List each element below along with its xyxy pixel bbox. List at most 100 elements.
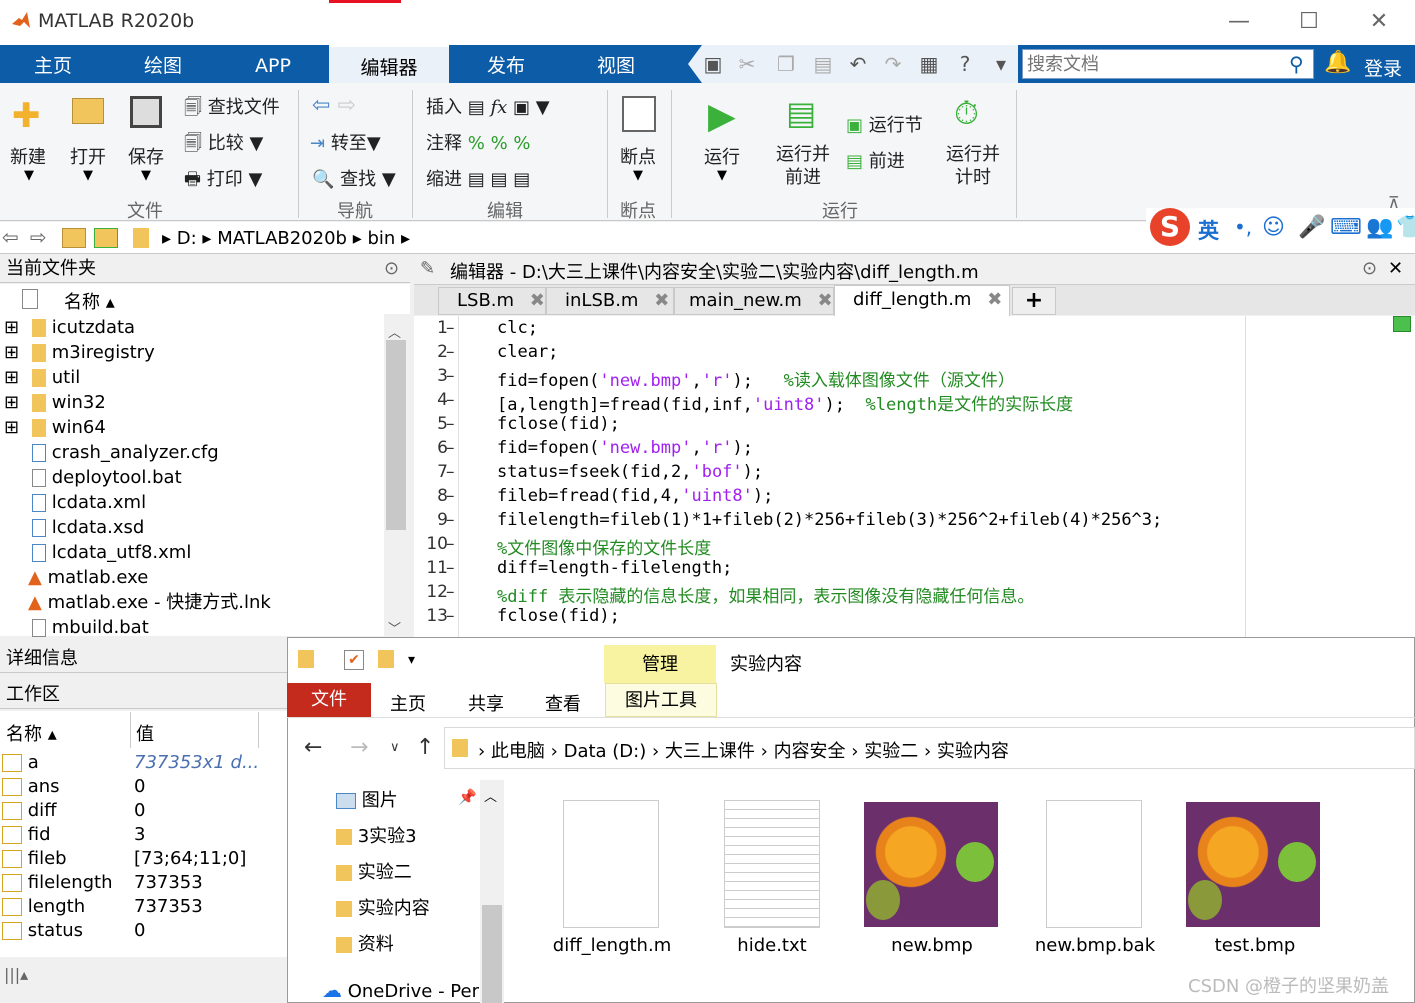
- status-bar-icon[interactable]: |||▴: [4, 965, 28, 984]
- copy-icon[interactable]: ❐: [773, 52, 799, 76]
- column-header-name[interactable]: 名称 ▴: [64, 288, 115, 314]
- table-row[interactable]: a 737353x1 d...: [0, 751, 287, 775]
- line-marker[interactable]: –: [446, 366, 455, 386]
- list-item[interactable]: deploytool.bat: [32, 465, 182, 490]
- picture-tools-tab[interactable]: 图片工具: [605, 683, 717, 717]
- ime-lang[interactable]: 英: [1198, 215, 1219, 245]
- line-marker[interactable]: –: [446, 534, 455, 554]
- line-marker[interactable]: –: [446, 438, 455, 458]
- list-item[interactable]: ⊞ util: [0, 365, 80, 390]
- chevron-down-icon[interactable]: ▼: [141, 168, 151, 183]
- expand-icon[interactable]: ⊞: [4, 340, 19, 365]
- chevron-down-icon[interactable]: ▼: [717, 168, 727, 183]
- expand-icon[interactable]: ⊞: [4, 315, 19, 340]
- table-row[interactable]: length 737353: [0, 895, 287, 919]
- tab-publish[interactable]: 发布: [453, 45, 559, 83]
- close-icon[interactable]: ✖: [818, 290, 833, 311]
- keyboard-icon[interactable]: ⌨: [1330, 215, 1362, 240]
- list-item[interactable]: ⊞ win64: [0, 415, 106, 440]
- back-arrow-icon[interactable]: ←: [304, 735, 322, 760]
- breadcrumb-folder[interactable]: bin: [367, 228, 395, 249]
- microphone-icon[interactable]: 🎤: [1298, 215, 1325, 240]
- table-row[interactable]: diff 0: [0, 799, 287, 823]
- chevron-down-icon[interactable]: ▼: [83, 168, 93, 183]
- search-input[interactable]: [1022, 49, 1314, 79]
- shirt-icon[interactable]: 👕: [1396, 215, 1415, 240]
- tab-view[interactable]: 视图: [563, 45, 669, 83]
- list-item[interactable]: ▲ matlab.exe: [28, 565, 148, 590]
- chevron-down-icon[interactable]: ▼: [633, 168, 643, 183]
- list-item[interactable]: lcdata.xsd: [32, 515, 144, 540]
- scrollbar-thumb[interactable]: [482, 905, 502, 1003]
- file-name[interactable]: new.bmp.bak: [1020, 935, 1170, 956]
- browse-folder-icon[interactable]: [94, 228, 118, 248]
- chevron-down-icon[interactable]: ▼: [24, 168, 34, 183]
- list-item[interactable]: ⊞ m3iregistry: [0, 340, 155, 365]
- redo-icon[interactable]: ↷: [880, 52, 906, 76]
- add-tab-icon[interactable]: +: [1012, 287, 1056, 315]
- column-header-name[interactable]: 名称 ▴: [6, 720, 57, 746]
- breadcrumb-item[interactable]: 实验二: [864, 741, 918, 762]
- close-button[interactable]: ✕: [1356, 6, 1402, 38]
- details-header[interactable]: 详细信息: [0, 645, 287, 673]
- file-tab[interactable]: 文件: [287, 683, 371, 717]
- line-marker[interactable]: –: [446, 318, 455, 338]
- breadcrumb-item[interactable]: Data (D:): [564, 741, 647, 762]
- file-thumbnail[interactable]: [563, 800, 659, 928]
- undo-icon[interactable]: ↶: [845, 52, 871, 76]
- line-marker[interactable]: –: [446, 390, 455, 410]
- chevron-down-icon[interactable]: ▾: [988, 52, 1014, 76]
- line-marker[interactable]: –: [446, 582, 455, 602]
- recent-locations-icon[interactable]: ∨: [390, 740, 400, 755]
- file-thumbnail[interactable]: [724, 800, 820, 928]
- open-button[interactable]: 打开: [70, 143, 106, 169]
- list-item[interactable]: crash_analyzer.cfg: [32, 440, 219, 465]
- advance-button[interactable]: ▤ 前进: [846, 147, 905, 173]
- breadcrumb-item[interactable]: 大三上课件: [665, 741, 755, 762]
- table-row[interactable]: status 0: [0, 919, 287, 943]
- minimize-button[interactable]: —: [1216, 6, 1262, 38]
- new-folder-icon[interactable]: [378, 650, 394, 668]
- tab-view[interactable]: 查看: [545, 690, 581, 716]
- tab-home[interactable]: 主页: [390, 690, 426, 716]
- nav-item-folder[interactable]: 3实验3: [336, 822, 417, 848]
- login-link[interactable]: 登录: [1364, 54, 1402, 81]
- find-button[interactable]: 🔍 查找 ▼: [312, 165, 396, 191]
- paste-icon[interactable]: ▤: [810, 52, 836, 76]
- list-item[interactable]: mbuild.bat: [32, 615, 149, 640]
- line-marker[interactable]: –: [446, 606, 455, 626]
- panel-menu-icon[interactable]: ⊙: [384, 258, 399, 279]
- breadcrumb-drive[interactable]: D:: [177, 228, 197, 249]
- scroll-up-icon[interactable]: ︿: [484, 786, 497, 805]
- column-header-value[interactable]: 值: [136, 720, 154, 746]
- file-name[interactable]: test.bmp: [1180, 935, 1330, 956]
- breadcrumb-item[interactable]: 此电脑: [491, 741, 545, 762]
- comment-button[interactable]: 注释 % % %: [426, 129, 531, 155]
- search-icon[interactable]: ⚲: [1289, 52, 1304, 76]
- chevron-down-icon[interactable]: ▾: [408, 652, 415, 668]
- line-marker[interactable]: –: [446, 558, 455, 578]
- print-button[interactable]: 🖶 打印 ▼: [184, 165, 262, 197]
- breakpoints-button[interactable]: 断点: [620, 143, 656, 169]
- emoji-icon[interactable]: ☺: [1262, 215, 1285, 240]
- up-arrow-icon[interactable]: ↑: [416, 735, 434, 760]
- pin-icon[interactable]: 📌: [458, 788, 477, 806]
- up-folder-icon[interactable]: [62, 228, 86, 248]
- close-icon[interactable]: ✖: [654, 290, 669, 311]
- tab-diff-length[interactable]: diff_length.m ✖: [834, 285, 1010, 316]
- tab-apps[interactable]: APP: [220, 45, 326, 83]
- compare-button[interactable]: 🗐 比较 ▼: [184, 129, 263, 161]
- nav-item-folder[interactable]: 实验内容: [336, 894, 430, 920]
- back-icon[interactable]: ⇦: [2, 225, 19, 249]
- table-row[interactable]: fid 3: [0, 823, 287, 847]
- list-item[interactable]: ▲ matlab.exe - 快捷方式.lnk: [28, 590, 271, 615]
- find-files-button[interactable]: 🗐 查找文件: [184, 93, 280, 125]
- goto-button[interactable]: ⇥ 转至▼: [310, 129, 381, 155]
- scrollbar-thumb[interactable]: [386, 340, 406, 530]
- insert-button[interactable]: 插入 ▤ fx ▣ ▼: [426, 93, 550, 119]
- expand-icon[interactable]: ⊞: [4, 365, 19, 390]
- properties-icon[interactable]: ✔: [344, 650, 364, 670]
- expand-icon[interactable]: ⊞: [4, 390, 19, 415]
- close-icon[interactable]: ✕: [1388, 258, 1403, 279]
- line-marker[interactable]: –: [446, 510, 455, 530]
